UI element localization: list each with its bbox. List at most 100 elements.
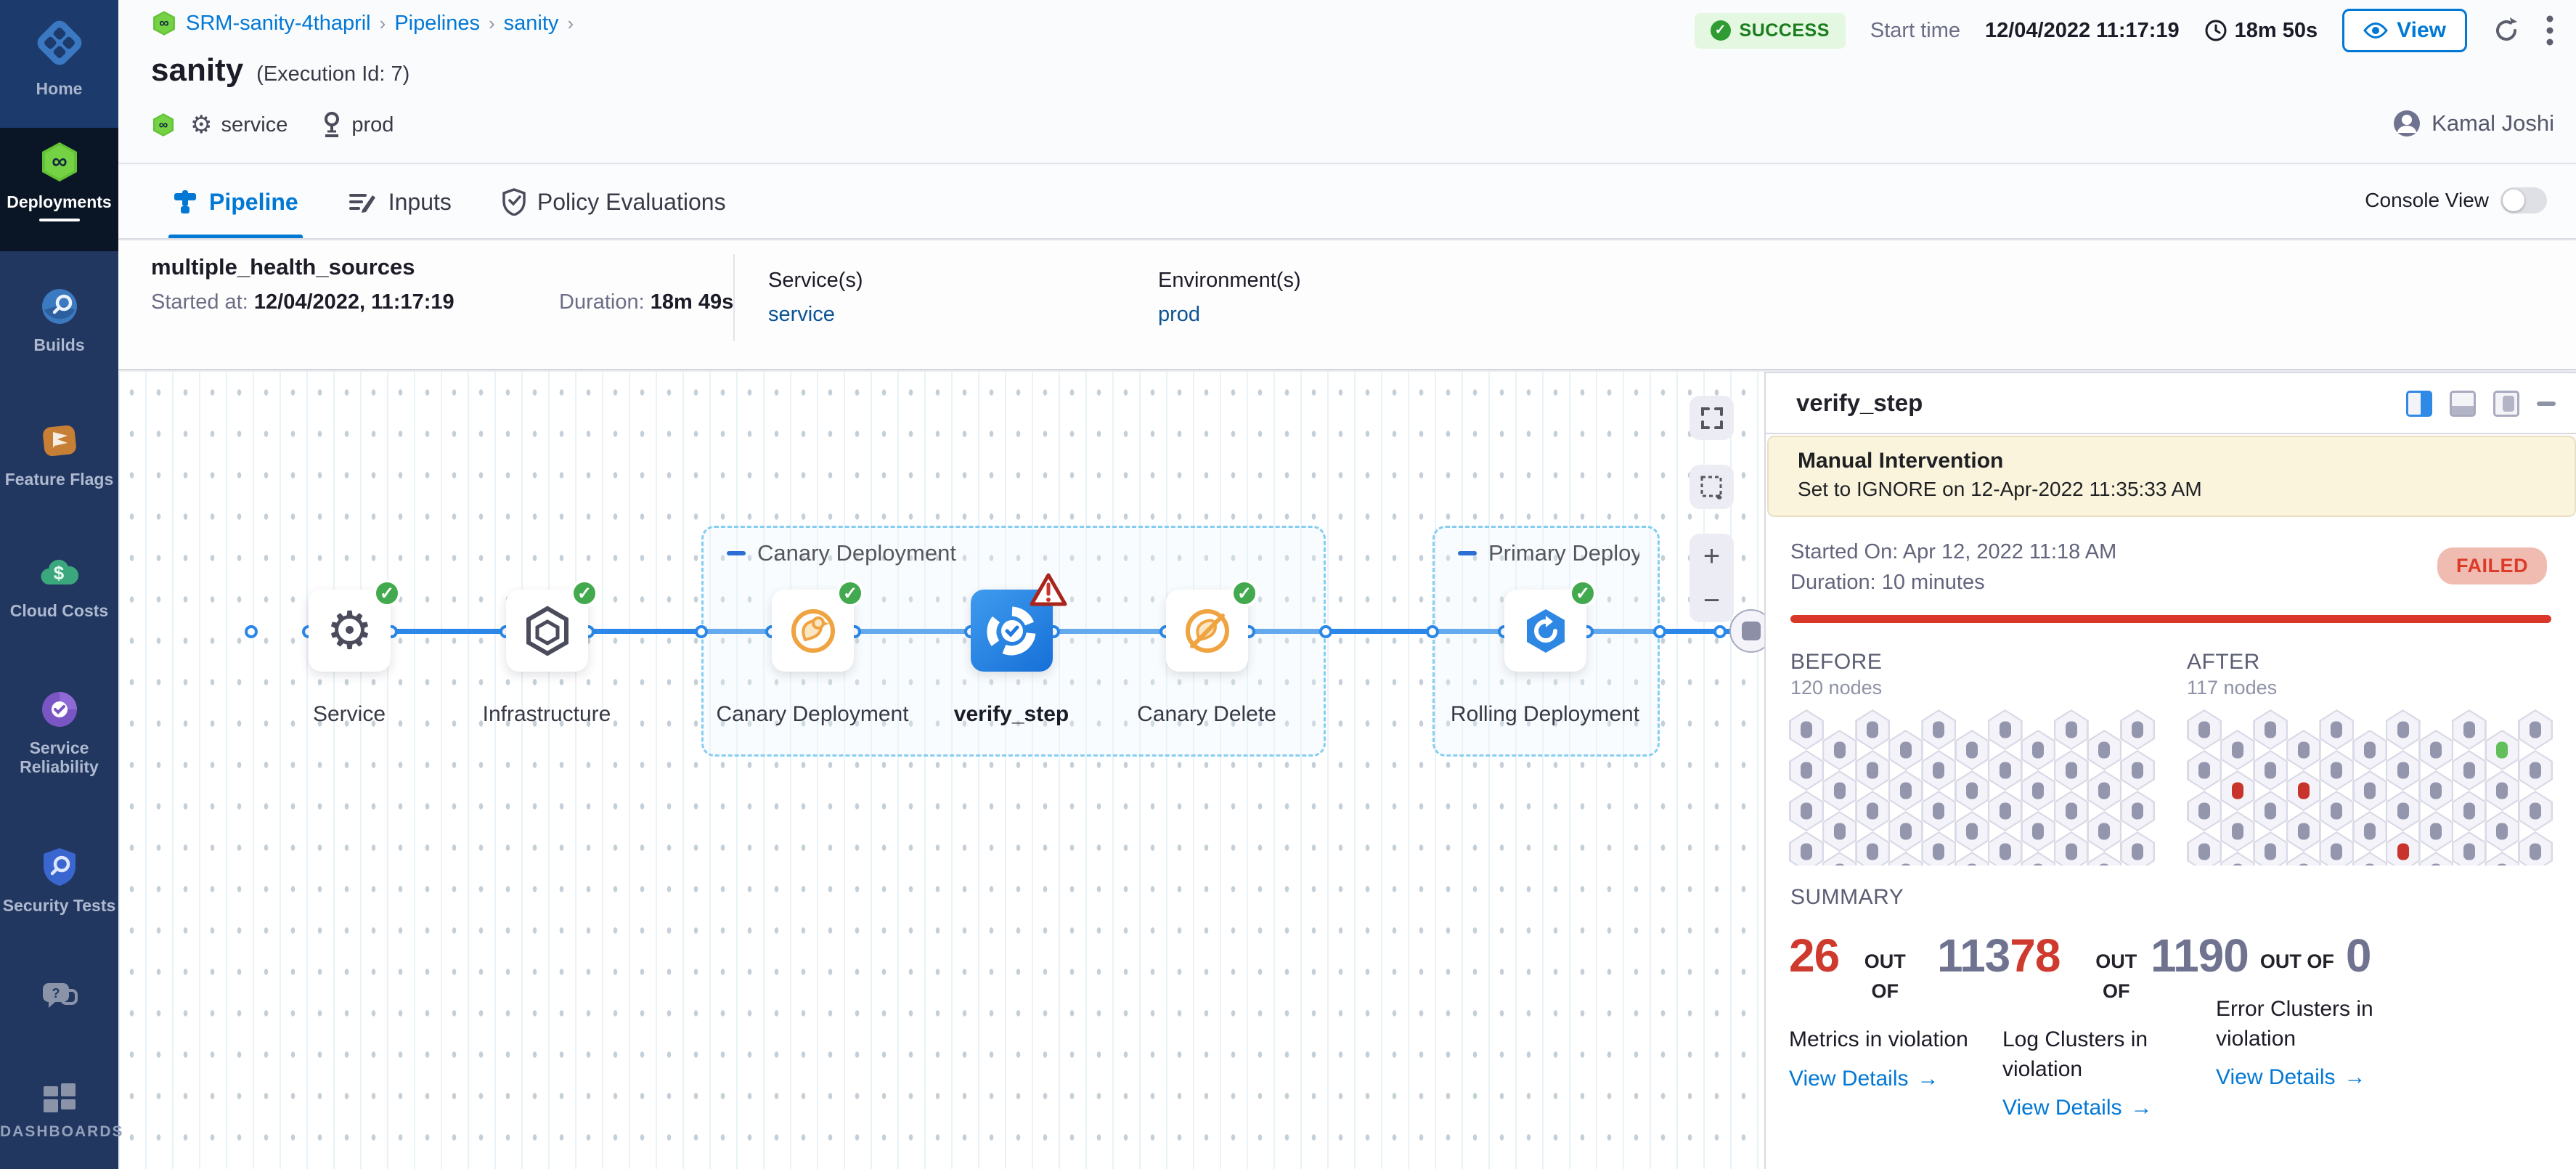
- node-hex[interactable]: [2187, 791, 2222, 831]
- node-hex[interactable]: [2319, 831, 2354, 865]
- node-service[interactable]: ⚙ ✓: [309, 590, 391, 672]
- node-hex[interactable]: [2120, 831, 2155, 865]
- node-hex[interactable]: [2386, 791, 2421, 831]
- layout-bottom-view-icon[interactable]: [2450, 391, 2476, 417]
- view-details-link[interactable]: View Details →: [1789, 1067, 1939, 1091]
- tab-pipeline[interactable]: Pipeline: [173, 166, 298, 238]
- node-hex[interactable]: [2485, 852, 2519, 865]
- node-hex[interactable]: [1888, 730, 1923, 770]
- pipeline-canvas[interactable]: Canary Deployment Primary Deploy... ⚙ ✓ …: [118, 372, 1764, 1169]
- node-hex[interactable]: [2087, 770, 2121, 811]
- node-hex[interactable]: [1988, 791, 2023, 831]
- group-primary-label[interactable]: Primary Deploy...: [1458, 540, 1639, 566]
- node-hex[interactable]: [1921, 831, 1956, 865]
- node-hex[interactable]: [2120, 709, 2155, 750]
- node-hex[interactable]: [2418, 811, 2453, 852]
- node-hex[interactable]: [2253, 791, 2288, 831]
- view-details-link[interactable]: View Details →: [2002, 1096, 2153, 1120]
- node-hex[interactable]: [2220, 730, 2255, 770]
- node-hex[interactable]: [2518, 750, 2553, 791]
- service-link[interactable]: service: [768, 303, 863, 327]
- node-hex[interactable]: [2452, 709, 2487, 750]
- view-details-link[interactable]: View Details →: [2216, 1065, 2366, 1090]
- node-hex[interactable]: [2518, 791, 2553, 831]
- node-hex[interactable]: [2253, 831, 2288, 865]
- node-hex[interactable]: [2518, 831, 2553, 865]
- node-hex[interactable]: [2087, 730, 2121, 770]
- sidebar-item-feature-flags[interactable]: Feature Flags: [0, 421, 118, 489]
- node-hex[interactable]: [2319, 750, 2354, 791]
- group-canary-label[interactable]: Canary Deployment: [727, 540, 956, 566]
- refresh-icon[interactable]: [2492, 16, 2521, 45]
- breadcrumb-pipelines[interactable]: Pipelines: [394, 12, 480, 36]
- node-hex[interactable]: [2386, 750, 2421, 791]
- node-infrastructure[interactable]: ✓: [506, 590, 588, 672]
- node-hex[interactable]: [2352, 770, 2387, 811]
- environment-link[interactable]: prod: [1158, 303, 1301, 327]
- node-hex[interactable]: [2187, 750, 2222, 791]
- sidebar-item-builds[interactable]: Builds: [0, 287, 118, 354]
- node-hex[interactable]: [2054, 791, 2089, 831]
- node-hex[interactable]: [1822, 811, 1857, 852]
- tab-inputs[interactable]: Inputs: [349, 166, 452, 238]
- node-hex[interactable]: [2120, 750, 2155, 791]
- zoom-in-button[interactable]: +: [1703, 542, 1720, 571]
- node-hex[interactable]: [2319, 709, 2354, 750]
- node-hex[interactable]: [2286, 811, 2321, 852]
- node-hex[interactable]: [2352, 852, 2387, 865]
- view-button[interactable]: View: [2342, 9, 2467, 52]
- node-hex[interactable]: [2452, 750, 2487, 791]
- node-hex[interactable]: [1988, 750, 2023, 791]
- node-verify-step[interactable]: [971, 590, 1053, 672]
- node-hex[interactable]: [2187, 831, 2222, 865]
- node-hex[interactable]: [2054, 709, 2089, 750]
- kebab-menu-icon[interactable]: [2546, 15, 2554, 46]
- fullscreen-button[interactable]: [1690, 396, 1734, 440]
- node-hex[interactable]: [2253, 750, 2288, 791]
- sidebar-item-dashboards[interactable]: DASHBOARDS: [0, 1082, 118, 1141]
- node-hex[interactable]: [1789, 791, 1824, 831]
- node-hex[interactable]: [2054, 750, 2089, 791]
- breadcrumb-pipeline-name[interactable]: sanity: [504, 12, 559, 36]
- sidebar-item-service-reliability[interactable]: Service Reliability: [0, 690, 118, 777]
- node-hex[interactable]: [1921, 709, 1956, 750]
- node-hex[interactable]: [1855, 750, 1890, 791]
- minimize-panel-icon[interactable]: [2537, 402, 2556, 406]
- node-hex[interactable]: [2286, 852, 2321, 865]
- node-hex[interactable]: [2352, 730, 2387, 770]
- layout-float-view-icon[interactable]: [2493, 391, 2519, 417]
- sidebar-item-security-tests[interactable]: Security Tests: [0, 846, 118, 915]
- node-hex[interactable]: [1888, 852, 1923, 865]
- node-hex[interactable]: [2352, 811, 2387, 852]
- console-view-toggle[interactable]: [2500, 187, 2547, 213]
- node-hex[interactable]: [2518, 709, 2553, 750]
- node-canary-delete[interactable]: ✓: [1166, 590, 1248, 672]
- node-hex[interactable]: [2120, 791, 2155, 831]
- node-hex[interactable]: [1822, 770, 1857, 811]
- node-hex[interactable]: [2386, 831, 2421, 865]
- tab-policy-evaluations[interactable]: Policy Evaluations: [502, 166, 726, 238]
- node-hex[interactable]: [1988, 831, 2023, 865]
- node-hex[interactable]: [1789, 709, 1824, 750]
- node-hex[interactable]: [1955, 852, 1989, 865]
- node-hex[interactable]: [2220, 852, 2255, 865]
- environment-chip[interactable]: prod: [321, 112, 394, 138]
- node-hex[interactable]: [2087, 811, 2121, 852]
- node-hex[interactable]: [2187, 709, 2222, 750]
- node-hex[interactable]: [1888, 770, 1923, 811]
- node-hex[interactable]: [2485, 811, 2519, 852]
- service-chip[interactable]: ⚙ service: [190, 110, 288, 139]
- node-hex[interactable]: [2319, 791, 2354, 831]
- zoom-out-button[interactable]: −: [1703, 586, 1720, 615]
- node-hex[interactable]: [1855, 709, 1890, 750]
- node-hex[interactable]: [1855, 831, 1890, 865]
- node-hex[interactable]: [2087, 852, 2121, 865]
- node-hex[interactable]: [1921, 750, 1956, 791]
- node-hex[interactable]: [2452, 831, 2487, 865]
- after-node-grid[interactable]: [2187, 709, 2553, 865]
- node-hex[interactable]: [2485, 770, 2519, 811]
- node-hex[interactable]: [2253, 709, 2288, 750]
- sidebar-item-cloud-costs[interactable]: $ Cloud Costs: [0, 555, 118, 620]
- node-hex[interactable]: [1921, 791, 1956, 831]
- node-hex[interactable]: [1888, 811, 1923, 852]
